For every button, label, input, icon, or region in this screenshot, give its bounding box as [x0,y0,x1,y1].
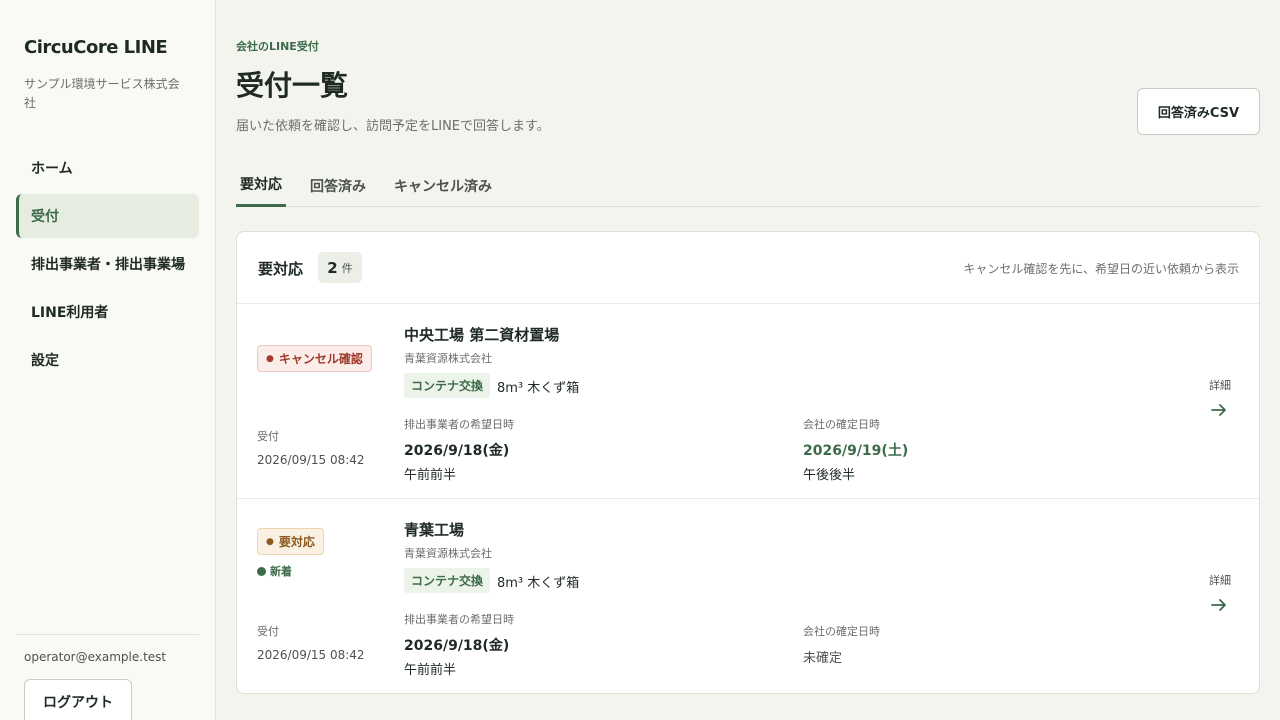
tab-cancelled[interactable]: キャンセル済み [390,164,496,207]
confirmed-slot: 午後後半 [803,468,856,483]
requested-label: 排出事業者の希望日時 [404,613,514,626]
company-name: サンプル環境サービス株式会社 [24,77,180,110]
container-type: 8m³ 木くず箱 [497,576,580,591]
confirmed-date: 2026/9/19(土) [803,443,909,459]
page-eyebrow: 会社のLINE受付 [236,40,319,53]
service-tag: コンテナ交換 [404,568,491,593]
sidebar-item-dischargers[interactable]: 排出事業者・排出事業場 [16,242,199,286]
status-badge-label: 要対応 [278,535,315,549]
sidebar-item-settings[interactable]: 設定 [16,338,199,382]
status-tabs: 要対応 回答済み キャンセル済み [236,164,1260,207]
org-name: 青葉資源株式会社 [404,547,492,560]
requested-slot: 午前前半 [404,663,457,678]
csv-export-button[interactable]: 回答済みCSV [1137,88,1260,135]
org-name: 青葉資源株式会社 [404,352,492,365]
requested-date: 2026/9/18(金) [404,638,510,654]
panel-header: 要対応 2 件 キャンセル確認を先に、希望日の近い依頼から表示 [237,232,1259,304]
confirmed-label: 会社の確定日時 [803,625,880,638]
site-name: 中央工場 第二資材置場 [404,326,560,344]
requested-label: 排出事業者の希望日時 [404,418,514,431]
panel-title: 要対応 [258,260,304,278]
confirmed-undecided: 未確定 [803,651,843,666]
sidebar-item-line-users[interactable]: LINE利用者 [16,290,199,334]
sidebar: CircuCore LINE サンプル環境サービス株式会社 ホーム 受付 排出事… [0,0,216,720]
service-tag: コンテナ交換 [404,373,491,398]
logout-button[interactable]: ログアウト [24,679,132,720]
received-time: 2026/09/15 08:42 [257,648,365,662]
site-name: 青葉工場 [404,521,465,539]
detail-label[interactable]: 詳細 [1209,572,1231,588]
arrow-right-icon[interactable] [1209,595,1229,615]
sort-note: キャンセル確認を先に、希望日の近い依頼から表示 [963,262,1239,276]
status-badge-label: キャンセル確認 [278,352,363,366]
page-title: 受付一覧 [236,69,349,102]
confirmed-label: 会社の確定日時 [803,418,880,431]
status-badge: ● キャンセル確認 [257,345,372,372]
tab-answered[interactable]: 回答済み [306,164,370,207]
arrow-right-icon[interactable] [1209,400,1229,420]
status-dot-icon: ● [266,353,274,364]
brand-logo[interactable]: CircuCore LINE [24,37,168,58]
count-number: 2 [327,258,338,277]
page-description: 届いた依頼を確認し、訪問予定をLINEで回答します。 [236,119,550,134]
request-panel: 要対応 2 件 キャンセル確認を先に、希望日の近い依頼から表示 ● キャンセル確… [236,231,1260,694]
requested-slot: 午前前半 [404,468,457,483]
status-dot-icon: ● [266,536,274,547]
received-label: 受付 [257,430,279,443]
tab-todo[interactable]: 要対応 [236,164,286,207]
received-time: 2026/09/15 08:42 [257,453,365,467]
new-badge: 新着 [257,563,292,579]
user-email: operator@example.test [24,650,167,664]
sidebar-divider [16,634,199,635]
sidebar-item-home[interactable]: ホーム [16,146,199,190]
new-badge-label: 新着 [270,565,292,578]
sidebar-item-reception[interactable]: 受付 [16,194,199,238]
received-label: 受付 [257,625,279,638]
status-badge: ● 要対応 [257,528,324,555]
table-row[interactable]: ● 要対応 新着 受付 2026/09/15 08:42 青葉工場 青葉資源株式… [237,499,1259,693]
count-unit: 件 [341,261,353,275]
new-dot-icon [257,566,266,576]
sidebar-nav: ホーム 受付 排出事業者・排出事業場 LINE利用者 設定 [16,146,199,386]
container-type: 8m³ 木くず箱 [497,381,580,396]
count-badge: 2 件 [318,252,362,283]
detail-label[interactable]: 詳細 [1209,377,1231,393]
requested-date: 2026/9/18(金) [404,443,510,459]
table-row[interactable]: ● キャンセル確認 受付 2026/09/15 08:42 中央工場 第二資材置… [237,304,1259,499]
